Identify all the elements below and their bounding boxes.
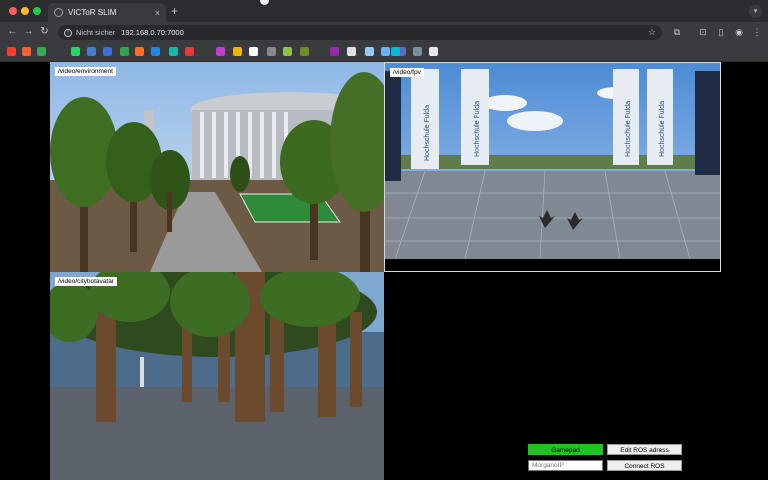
fpv-banner-left-1-text: Hochschule Fulda xyxy=(424,105,431,161)
gmail-icon[interactable] xyxy=(216,47,225,56)
citybot-avatar-video-frame xyxy=(50,272,384,480)
gamepad-button[interactable]: Gamepad xyxy=(528,444,603,455)
security-label[interactable]: Nicht sicher xyxy=(76,28,115,37)
fpv-banner-right-1-text: Hochschule Fulda xyxy=(625,101,632,157)
app-lightblue-icon[interactable] xyxy=(365,47,374,56)
fpv-video-frame: Hochschule Fulda Hochschule Fulda Hochsc… xyxy=(385,63,720,271)
app-lime-icon[interactable] xyxy=(283,47,292,56)
youtube-icon[interactable] xyxy=(7,47,16,56)
app-sky-icon[interactable] xyxy=(381,47,390,56)
recording-indicator xyxy=(260,0,269,5)
sheets-icon[interactable] xyxy=(37,47,46,56)
app-white-icon[interactable] xyxy=(347,47,356,56)
bookmark-green-icon[interactable] xyxy=(120,47,129,56)
maps-icon[interactable] xyxy=(233,47,242,56)
fpv-banner-left-2-text: Hochschule Fulda xyxy=(474,101,481,157)
downloads-icon[interactable]: ⊡ xyxy=(698,27,708,37)
app-cyan-icon[interactable] xyxy=(391,47,400,56)
new-tab-button[interactable]: + xyxy=(171,4,178,18)
globe-icon xyxy=(54,8,63,17)
menu-icon[interactable]: ⋮ xyxy=(752,27,762,37)
app-olive-icon[interactable] xyxy=(300,47,309,56)
whatsapp-icon[interactable] xyxy=(71,47,80,56)
star-icon[interactable]: ☆ xyxy=(648,27,656,38)
warning-icon[interactable]: ! xyxy=(64,28,72,37)
browser-toolbar: ← → ↻ ! Nicht sicher 192.168.0.70:7000 ☆… xyxy=(0,22,768,42)
drive-icon[interactable] xyxy=(103,47,112,56)
app-teal-icon[interactable] xyxy=(169,47,178,56)
page-content: /video/environment Hochschule Fulda Hoch… xyxy=(0,62,768,480)
citybot-avatar-video-panel: /video/citybotavatar xyxy=(50,272,384,480)
title-bar: VICToR SLIM × + ▾ xyxy=(0,0,768,22)
extensions-icon[interactable]: ⧉ xyxy=(672,27,682,37)
citybot-avatar-video-label: /video/citybotavatar xyxy=(55,277,118,286)
back-arrow-icon[interactable]: ← xyxy=(6,25,19,38)
browser-tab[interactable]: VICToR SLIM × xyxy=(48,3,166,22)
profile-icon[interactable]: ◉ xyxy=(734,27,744,37)
url-text[interactable]: 192.168.0.70:7000 xyxy=(121,28,648,37)
chevron-down-icon[interactable]: ▾ xyxy=(749,5,762,18)
gitlab-icon[interactable] xyxy=(22,47,31,56)
mail-icon[interactable] xyxy=(87,47,96,56)
sidebar-icon[interactable]: ▯ xyxy=(716,27,726,37)
close-tab-icon[interactable]: × xyxy=(155,8,160,18)
github-icon[interactable] xyxy=(429,47,438,56)
app-purple-icon[interactable] xyxy=(330,47,339,56)
gitlab-fox-icon[interactable] xyxy=(135,47,144,56)
close-window-button[interactable] xyxy=(9,7,17,15)
fpv-video-label: /video/fpv xyxy=(390,68,424,77)
app-red-icon[interactable] xyxy=(185,47,194,56)
maximize-window-button[interactable] xyxy=(33,7,41,15)
connect-ros-button[interactable]: Connect ROS xyxy=(607,460,682,471)
tab-title: VICToR SLIM xyxy=(68,8,117,17)
fpv-video-panel: Hochschule Fulda Hochschule Fulda Hochsc… xyxy=(384,62,721,272)
app-gray-icon[interactable] xyxy=(267,47,276,56)
environment-video-frame xyxy=(50,62,384,272)
fpv-banner-right-2-text: Hochschule Fulda xyxy=(659,101,666,157)
reload-icon[interactable]: ↻ xyxy=(38,25,51,38)
app-blue-icon[interactable] xyxy=(151,47,160,56)
forward-arrow-icon[interactable]: → xyxy=(22,25,35,38)
app-slate-icon[interactable] xyxy=(413,47,422,56)
minimize-window-button[interactable] xyxy=(21,7,29,15)
environment-video-label: /video/environment xyxy=(55,67,116,76)
environment-video-panel: /video/environment xyxy=(50,62,384,272)
edit-ros-address-button[interactable]: Edit ROS adress xyxy=(607,444,682,455)
ip-input[interactable] xyxy=(528,460,603,471)
docs-icon[interactable] xyxy=(249,47,258,56)
bookmarks-bar xyxy=(0,42,768,62)
address-bar[interactable]: ! Nicht sicher 192.168.0.70:7000 ☆ xyxy=(58,25,662,40)
